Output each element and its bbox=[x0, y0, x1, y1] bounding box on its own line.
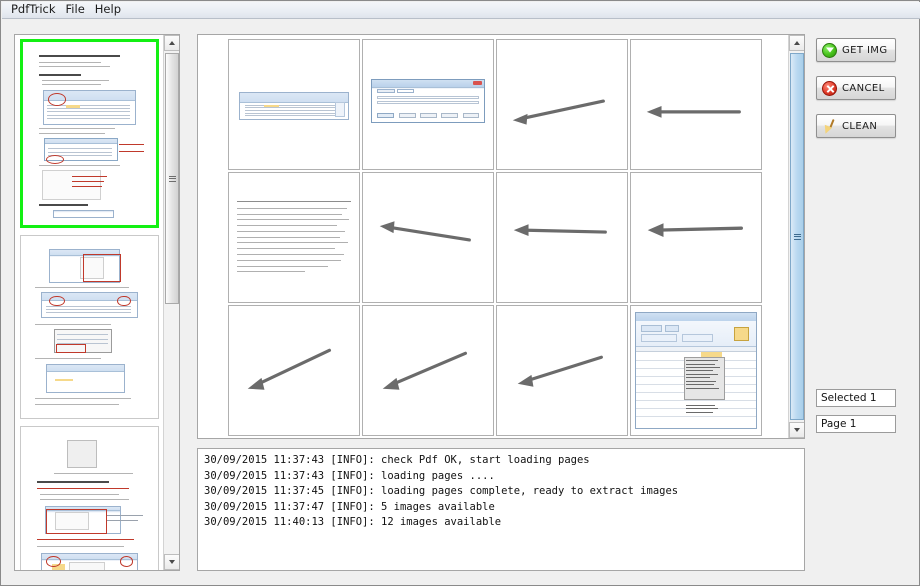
image-cell-7[interactable] bbox=[496, 172, 628, 303]
menu-file[interactable]: File bbox=[62, 2, 91, 18]
arrow-left-icon bbox=[646, 105, 741, 118]
image-cell-9[interactable] bbox=[228, 305, 360, 436]
page-thumbnail-2-content bbox=[26, 240, 153, 414]
page-thumbnail-panel bbox=[14, 34, 180, 571]
get-img-button-label: GET IMG bbox=[842, 44, 888, 56]
menu-pdftrick[interactable]: PdfTrick bbox=[7, 2, 62, 18]
cancel-button[interactable]: CANCEL bbox=[816, 76, 896, 100]
arrow-left-icon bbox=[513, 224, 607, 237]
log-line: 30/09/2015 11:37:47 [INFO]: 5 images ava… bbox=[204, 500, 495, 513]
arrow-left-icon bbox=[247, 348, 332, 390]
image-cell-6[interactable] bbox=[362, 172, 494, 303]
image-cell-10[interactable] bbox=[362, 305, 494, 436]
page-thumbnail-3[interactable] bbox=[20, 426, 159, 570]
log-line: 30/09/2015 11:37:43 [INFO]: loading page… bbox=[204, 469, 495, 482]
download-circle-icon bbox=[822, 42, 837, 58]
pdftrick-window: PdfTrick File Help 30/09/2015 11:37:43 [… bbox=[0, 0, 920, 586]
arrow-left-icon bbox=[512, 99, 605, 125]
image-cell-12[interactable] bbox=[630, 305, 762, 436]
images-scroll-thumb[interactable] bbox=[790, 53, 804, 420]
images-scrollbar[interactable] bbox=[788, 35, 804, 438]
chevron-up-icon bbox=[169, 41, 175, 45]
menu-help[interactable]: Help bbox=[91, 2, 127, 18]
arrow-left-icon bbox=[647, 223, 743, 238]
image-cell-11[interactable] bbox=[496, 305, 628, 436]
log-line: 30/09/2015 11:40:13 [INFO]: 12 images av… bbox=[204, 516, 502, 528]
images-scroll-down-button[interactable] bbox=[789, 422, 804, 438]
broom-icon bbox=[822, 119, 837, 134]
page-thumbnail-3-content bbox=[26, 431, 153, 570]
thumbnail-scroll-up-button[interactable] bbox=[164, 35, 179, 51]
page-number-field: Page 1 bbox=[816, 415, 896, 433]
page-thumbnail-2[interactable] bbox=[20, 235, 159, 419]
clean-button[interactable]: CLEAN bbox=[816, 114, 896, 138]
clean-button-label: CLEAN bbox=[842, 120, 878, 132]
image-cell-3[interactable] bbox=[496, 39, 628, 170]
page-thumbnail-1-content bbox=[28, 46, 151, 221]
page-thumbnail-list bbox=[15, 35, 163, 570]
log-line: 30/09/2015 11:37:45 [INFO]: loading page… bbox=[204, 485, 679, 497]
arrow-left-icon bbox=[379, 221, 471, 242]
images-scroll-up-button[interactable] bbox=[789, 35, 804, 51]
thumbnail-scroll-thumb[interactable] bbox=[165, 53, 179, 304]
page-thumbnail-1[interactable] bbox=[20, 39, 159, 228]
chevron-down-icon bbox=[169, 560, 175, 564]
image-cell-4[interactable] bbox=[630, 39, 762, 170]
selected-count-field: Selected 1 bbox=[816, 389, 896, 407]
log-line: 30/09/2015 11:37:43 [INFO]: check Pdf OK… bbox=[204, 454, 590, 466]
menu-bar: PdfTrick File Help bbox=[2, 2, 920, 19]
thumbnail-scrollbar[interactable] bbox=[163, 35, 179, 570]
arrow-left-icon bbox=[517, 355, 603, 387]
cancel-button-label: CANCEL bbox=[842, 82, 885, 94]
image-cell-5[interactable] bbox=[228, 172, 360, 303]
log-output-panel[interactable]: 30/09/2015 11:37:43 [INFO]: check Pdf OK… bbox=[197, 448, 805, 571]
chevron-down-icon bbox=[794, 428, 800, 432]
extracted-images-panel bbox=[197, 34, 805, 439]
image-cell-1[interactable] bbox=[228, 39, 360, 170]
image-cell-8[interactable] bbox=[630, 172, 762, 303]
get-img-button[interactable]: GET IMG bbox=[816, 38, 896, 62]
image-cell-2[interactable] bbox=[362, 39, 494, 170]
arrow-left-icon bbox=[382, 351, 467, 390]
extracted-images-grid bbox=[198, 35, 788, 438]
grip-icon bbox=[168, 174, 176, 183]
grip-icon bbox=[793, 232, 801, 241]
cancel-circle-icon bbox=[822, 80, 837, 96]
chevron-up-icon bbox=[794, 41, 800, 45]
thumbnail-scroll-down-button[interactable] bbox=[164, 554, 179, 570]
